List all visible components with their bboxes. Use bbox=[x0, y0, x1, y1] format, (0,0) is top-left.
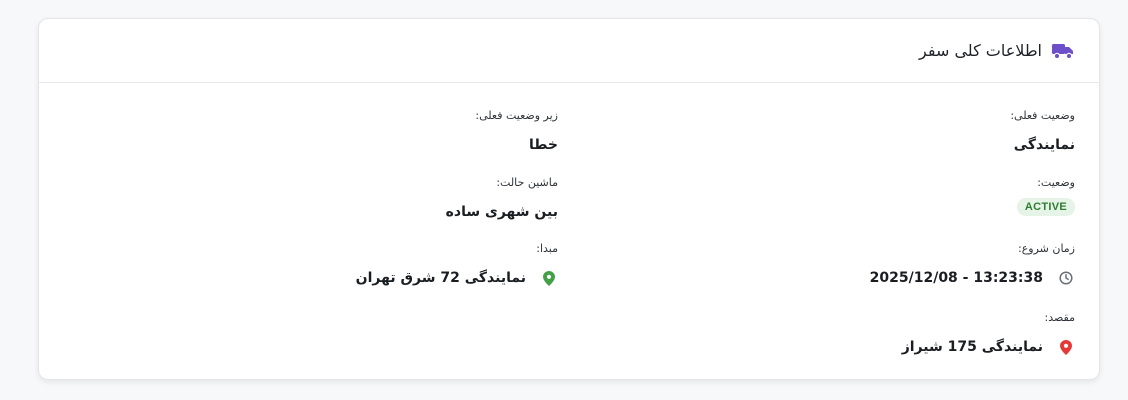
vehicle-state-value: بین شهری ساده bbox=[58, 203, 558, 221]
start-time-label: زمان شروع: bbox=[1018, 242, 1075, 255]
origin-label: مبدا: bbox=[536, 242, 558, 255]
destination-text: نمایندگی 175 شیراز bbox=[901, 339, 1043, 355]
destination-field: مقصد: نمایندگی 175 شیراز bbox=[575, 311, 1075, 356]
origin-value: نمایندگی 72 شرق تهران bbox=[58, 269, 558, 287]
current-status-text: نمایندگی bbox=[1013, 137, 1075, 153]
current-substatus-label: زیر وضعیت فعلی: bbox=[475, 109, 558, 122]
card-title: اطلاعات کلی سفر bbox=[919, 41, 1042, 60]
status-field: وضعیت: ACTIVE bbox=[575, 176, 1075, 216]
current-substatus-field: زیر وضعیت فعلی: خطا bbox=[58, 109, 558, 154]
destination-value: نمایندگی 175 شیراز bbox=[575, 338, 1075, 356]
truck-icon bbox=[1052, 40, 1074, 62]
vehicle-state-field: ماشین حالت: بین شهری ساده bbox=[58, 176, 558, 221]
status-badge: ACTIVE bbox=[1016, 198, 1075, 216]
start-time-value: 2025/12/08 - 13:23:38 bbox=[575, 269, 1075, 287]
location-pin-icon bbox=[1057, 338, 1075, 356]
current-status-field: وضعیت فعلی: نمایندگی bbox=[575, 109, 1075, 154]
clock-icon bbox=[1057, 269, 1075, 287]
origin-text: نمایندگی 72 شرق تهران bbox=[355, 270, 526, 286]
current-status-value: نمایندگی bbox=[575, 136, 1075, 154]
trip-info-card: اطلاعات کلی سفر وضعیت فعلی: نمایندگی وضع… bbox=[38, 18, 1100, 380]
destination-label: مقصد: bbox=[1044, 311, 1075, 324]
start-time-text: 2025/12/08 - 13:23:38 bbox=[869, 270, 1043, 286]
origin-field: مبدا: نمایندگی 72 شرق تهران bbox=[58, 242, 558, 287]
vehicle-state-text: بین شهری ساده bbox=[445, 204, 558, 220]
location-pin-icon bbox=[540, 269, 558, 287]
vehicle-state-label: ماشین حالت: bbox=[496, 176, 558, 189]
current-substatus-value: خطا bbox=[58, 136, 558, 154]
card-header: اطلاعات کلی سفر bbox=[39, 19, 1099, 83]
status-label: وضعیت: bbox=[1037, 176, 1075, 189]
current-status-label: وضعیت فعلی: bbox=[1010, 109, 1075, 122]
current-substatus-text: خطا bbox=[529, 137, 558, 153]
start-time-field: زمان شروع: 2025/12/08 - 13:23:38 bbox=[575, 242, 1075, 287]
